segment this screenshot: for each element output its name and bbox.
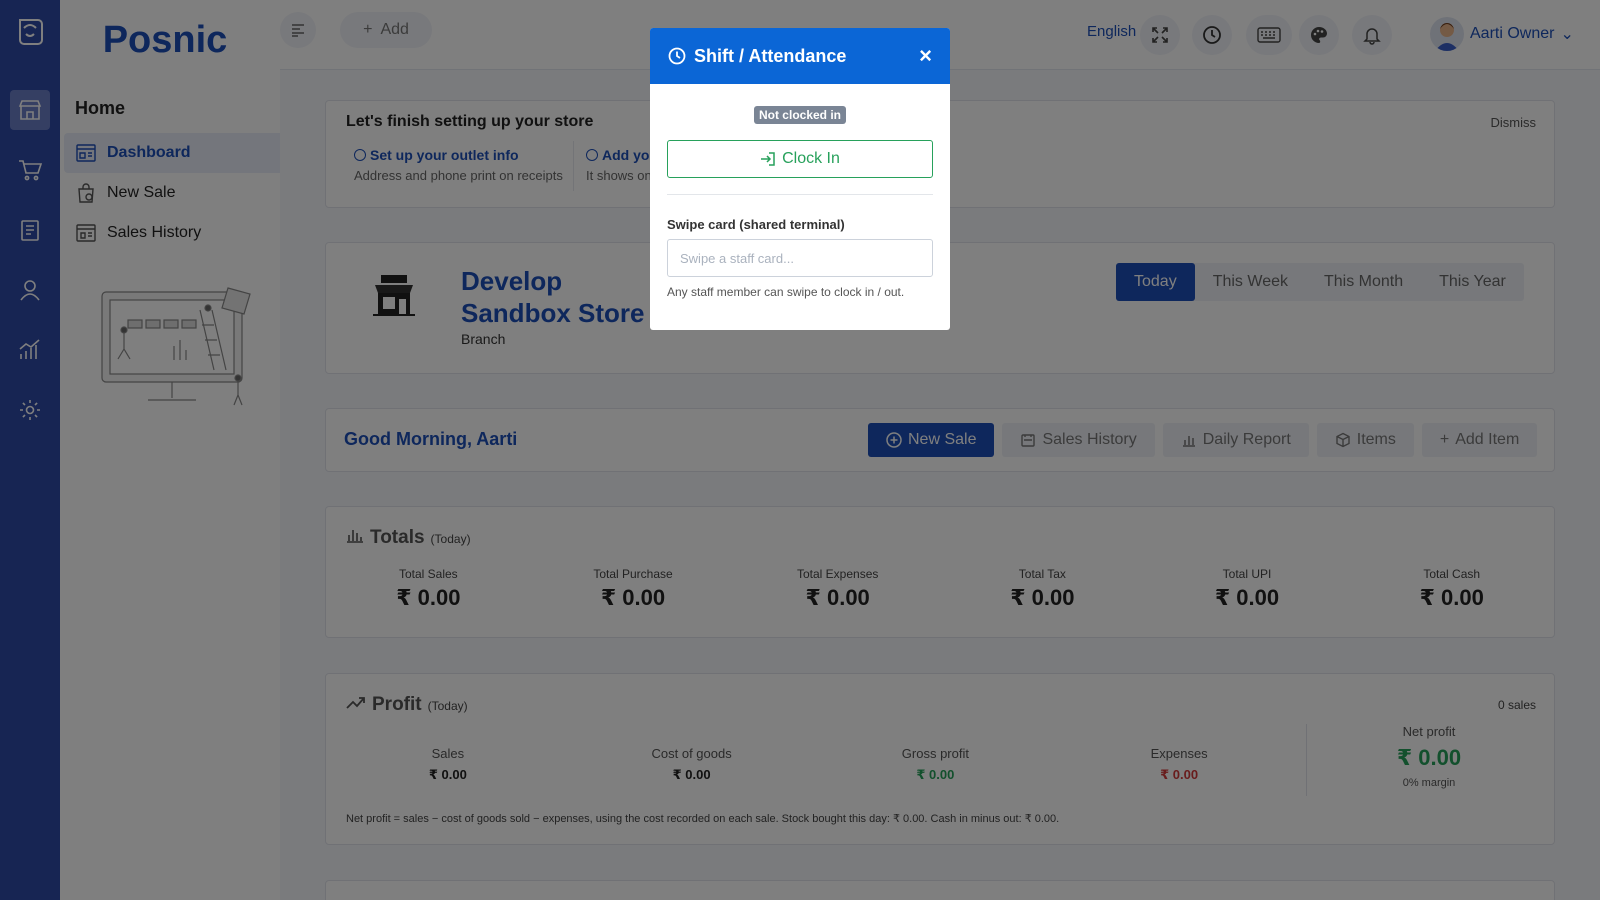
- clock-icon: [668, 47, 686, 65]
- attendance-modal: Shift / Attendance × Not clocked in Cloc…: [650, 28, 950, 330]
- swipe-help-text: Any staff member can swipe to clock in /…: [667, 285, 905, 299]
- modal-body: Not clocked in Clock In Swipe card (shar…: [650, 106, 950, 299]
- status-badge: Not clocked in: [753, 106, 846, 124]
- clock-in-button[interactable]: Clock In: [667, 140, 933, 178]
- modal-header: Shift / Attendance ×: [650, 28, 950, 84]
- swipe-card-input[interactable]: [667, 239, 933, 277]
- modal-title: Shift / Attendance: [694, 45, 847, 66]
- status-wrap: Not clocked in: [667, 106, 933, 124]
- swipe-card-label: Swipe card (shared terminal): [667, 217, 845, 232]
- close-icon[interactable]: ×: [919, 43, 932, 69]
- sign-in-icon: [761, 152, 775, 166]
- divider: [667, 194, 933, 195]
- clock-in-label: Clock In: [782, 150, 840, 167]
